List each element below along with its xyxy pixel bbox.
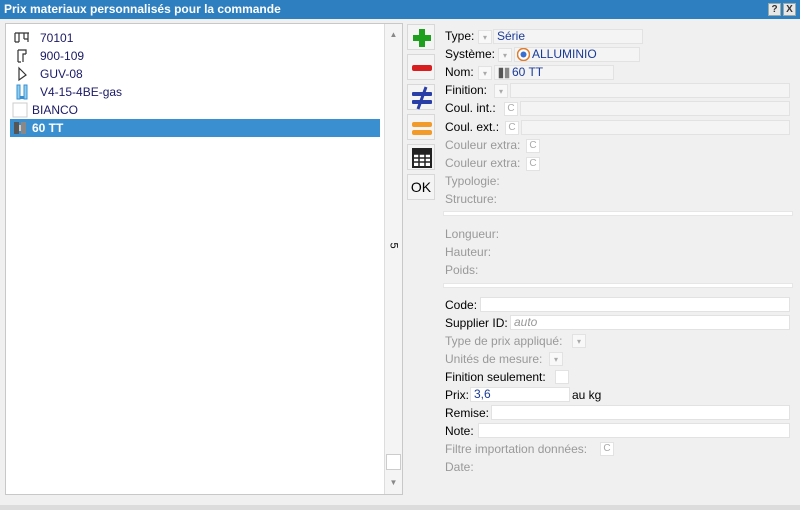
section-divider [443, 283, 793, 288]
list-item-label: 60 TT [32, 121, 64, 135]
list-item-label: 70101 [40, 31, 74, 45]
material-list: 70101 900-109 GUV-08 V4-15-4BE-gas BIANC… [5, 23, 403, 495]
aluminium-icon [517, 48, 530, 61]
type-label: Type: [445, 29, 475, 43]
length-label: Longueur: [445, 227, 500, 241]
weight-label: Poids: [445, 263, 479, 277]
scroll-thumb[interactable] [386, 454, 401, 470]
system-field[interactable]: ALLUMINIO [514, 47, 640, 62]
list-item-selected[interactable]: 60 TT [10, 119, 380, 137]
gasket-icon [18, 66, 27, 82]
col-extra1-c-button[interactable]: C [526, 139, 540, 153]
list-item-label: V4-15-4BE-gas [40, 85, 123, 99]
list-item[interactable]: 900-109 [10, 47, 380, 65]
not-equal-icon [412, 86, 432, 110]
units-label: Unités de mesure: [445, 352, 543, 366]
finish-label: Finition: [445, 83, 488, 97]
equal-icon [412, 122, 432, 135]
discount-label: Remise: [445, 406, 490, 420]
system-icon [498, 67, 510, 79]
list-item[interactable]: V4-15-4BE-gas [10, 83, 380, 101]
add-button[interactable] [407, 24, 435, 50]
list-item[interactable]: GUV-08 [10, 65, 380, 83]
remove-button[interactable] [407, 54, 435, 80]
list-item-label: GUV-08 [40, 67, 83, 81]
col-ext-c-button[interactable]: C [505, 121, 519, 135]
equal-button[interactable] [407, 114, 435, 140]
system-icon [14, 122, 26, 134]
color-swatch-icon [12, 102, 28, 118]
code-label: Code: [445, 298, 478, 312]
date-label: Date: [445, 460, 474, 474]
name-label: Nom: [445, 65, 474, 79]
name-dropdown-icon[interactable]: ▾ [478, 66, 492, 80]
ok-button[interactable]: OK [407, 174, 435, 200]
price-type-label: Type de prix appliqué: [445, 334, 563, 348]
note-label: Note: [445, 424, 474, 438]
finish-only-label: Finition seulement: [445, 370, 546, 384]
discount-field[interactable] [491, 405, 790, 420]
note-field[interactable] [478, 423, 790, 438]
profile-icon [14, 32, 29, 43]
type-dropdown-icon[interactable]: ▾ [478, 30, 492, 44]
name-value: 60 TT [512, 65, 544, 79]
col-extra1-label: Couleur extra: [445, 138, 521, 152]
bottom-strip [0, 505, 800, 510]
supplier-field[interactable]: auto [510, 315, 790, 330]
filter-label: Filtre importation données: [445, 442, 588, 456]
minus-icon [412, 65, 432, 71]
close-button[interactable]: X [783, 3, 796, 16]
plus-icon [413, 29, 431, 47]
col-int-c-button[interactable]: C [504, 102, 518, 116]
help-button[interactable]: ? [768, 3, 781, 16]
price-type-dropdown-icon[interactable]: ▾ [572, 334, 586, 348]
supplier-label: Supplier ID: [445, 316, 508, 330]
title-bar: Prix materiaux personnalisés pour la com… [0, 0, 800, 19]
name-field[interactable]: 60 TT [494, 65, 614, 80]
price-unit-label: au kg [572, 388, 602, 402]
scroll-down-icon[interactable]: ▼ [385, 474, 402, 491]
list-scrollbar[interactable]: ▲ 5 ▼ [384, 24, 402, 494]
type-field[interactable]: Série [493, 29, 643, 44]
glass-icon [16, 84, 28, 100]
system-value: ALLUMINIO [532, 47, 597, 61]
structure-label: Structure: [445, 192, 498, 206]
list-item[interactable]: 70101 [10, 29, 380, 47]
system-dropdown-icon[interactable]: ▾ [498, 48, 512, 62]
list-item-label: BIANCO [32, 103, 79, 117]
col-extra2-c-button[interactable]: C [526, 157, 540, 171]
col-int-field[interactable] [520, 101, 790, 116]
finish-dropdown-icon[interactable]: ▾ [494, 84, 508, 98]
typology-label: Typologie: [445, 174, 500, 188]
section-divider [443, 211, 793, 216]
item-count: 5 [387, 242, 400, 249]
details-form: Type: ▾ Série Système: ▾ ALLUMINIO Nom: … [440, 23, 796, 505]
col-int-label: Coul. int.: [445, 101, 496, 115]
list-item-label: 900-109 [40, 49, 85, 63]
height-label: Hauteur: [445, 245, 492, 259]
table-icon [412, 148, 432, 168]
scroll-up-icon[interactable]: ▲ [385, 26, 402, 43]
not-equal-button[interactable] [407, 84, 435, 110]
finish-only-checkbox[interactable] [555, 370, 569, 384]
units-dropdown-icon[interactable]: ▾ [549, 352, 563, 366]
system-label: Système: [445, 47, 496, 61]
col-ext-field[interactable] [521, 120, 790, 135]
filter-c-button[interactable]: C [600, 442, 614, 456]
table-button[interactable] [407, 144, 435, 170]
price-label: Prix: [445, 388, 469, 402]
col-extra2-label: Couleur extra: [445, 156, 521, 170]
price-field[interactable]: 3,6 [470, 387, 570, 402]
profile-icon [17, 49, 27, 63]
window-title: Prix materiaux personnalisés pour la com… [4, 2, 281, 16]
finish-field[interactable] [510, 83, 790, 98]
list-item[interactable]: BIANCO [10, 101, 380, 119]
col-ext-label: Coul. ext.: [445, 120, 500, 134]
dialog-window: Prix materiaux personnalisés pour la com… [0, 0, 800, 510]
code-field[interactable] [480, 297, 790, 312]
